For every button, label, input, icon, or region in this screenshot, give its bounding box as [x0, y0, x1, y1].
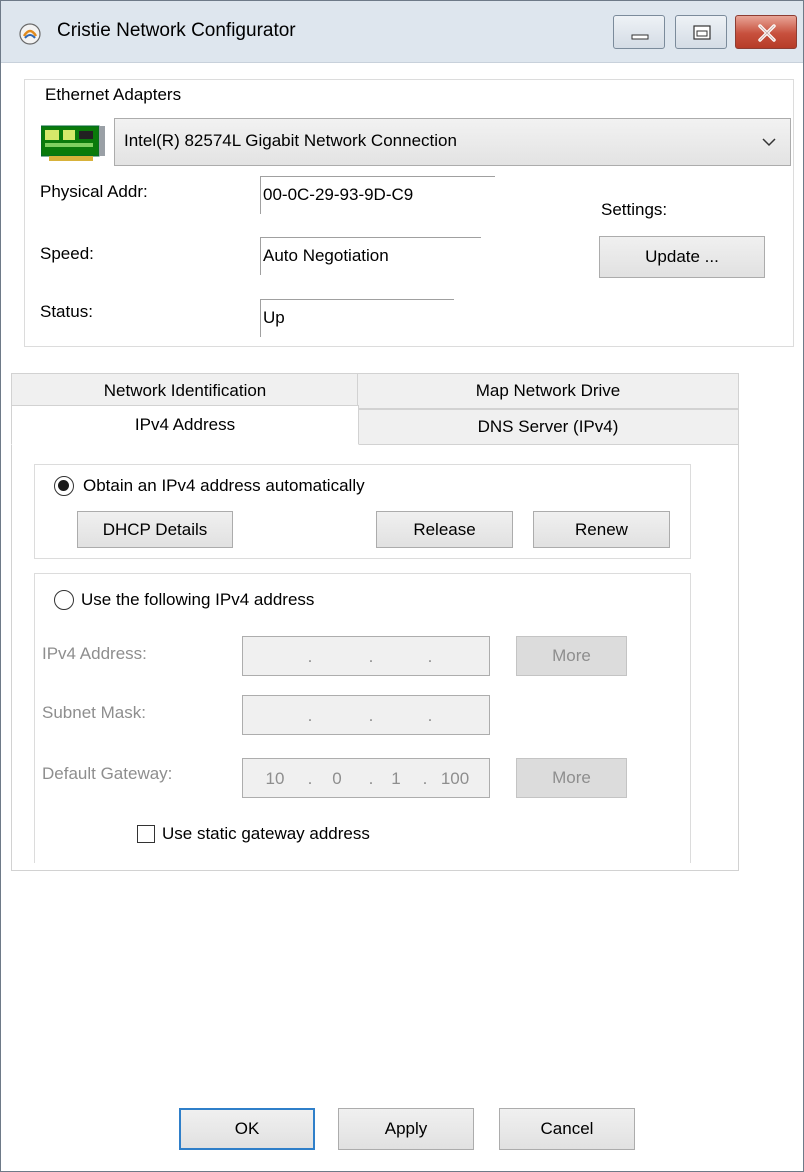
octet-separator: . — [422, 769, 428, 788]
default-gateway-octet-4: 100 — [440, 769, 470, 788]
minimize-icon — [631, 34, 649, 40]
ok-button[interactable]: OK — [179, 1108, 315, 1150]
ethernet-adapters-label: Ethernet Adapters — [45, 85, 182, 104]
auto-ipv4-label[interactable]: Obtain an IPv4 address automatically — [83, 476, 365, 496]
status-label: Status: — [40, 302, 93, 321]
close-icon — [758, 24, 776, 42]
status-value: Up — [263, 308, 285, 327]
status-field: Up — [260, 299, 454, 337]
octet-separator: . — [427, 706, 433, 725]
octet-separator: . — [307, 647, 313, 666]
chevron-down-icon — [762, 138, 776, 147]
tab-network-identification-label: Network Identification — [103, 381, 267, 400]
subnet-mask-input[interactable]: . . . — [242, 695, 490, 735]
static-gateway-label[interactable]: Use static gateway address — [162, 824, 370, 844]
tab-map-network-drive-label: Map Network Drive — [475, 381, 621, 400]
speed-value: Auto Negotiation — [263, 246, 389, 265]
octet-separator: . — [368, 647, 374, 666]
octet-separator: . — [307, 706, 313, 725]
settings-label: Settings: — [601, 200, 668, 219]
tab-dns-server[interactable]: DNS Server (IPv4) — [357, 409, 739, 445]
speed-label: Speed: — [40, 244, 94, 263]
tab-divider — [357, 444, 739, 445]
ipv4-address-input[interactable]: . . . — [242, 636, 490, 676]
physical-addr-field: 00-0C-29-93-9D-C9 — [260, 176, 495, 214]
network-card-icon — [41, 125, 105, 161]
apply-button[interactable]: Apply — [338, 1108, 474, 1150]
default-gateway-octet-2: 0 — [332, 769, 342, 788]
dhcp-details-button[interactable]: DHCP Details — [77, 511, 233, 548]
speed-field: Auto Negotiation — [260, 237, 481, 275]
close-button[interactable] — [735, 15, 797, 49]
minimize-button[interactable] — [613, 15, 665, 49]
octet-separator: . — [307, 769, 313, 788]
octet-separator: . — [368, 706, 374, 725]
auto-ipv4-radio[interactable] — [54, 476, 74, 496]
adapter-select[interactable]: Intel(R) 82574L Gigabit Network Connecti… — [114, 118, 791, 166]
release-button[interactable]: Release — [376, 511, 513, 548]
default-gateway-octet-3: 1 — [391, 769, 401, 788]
tab-network-identification[interactable]: Network Identification — [11, 373, 359, 409]
maximize-button[interactable] — [675, 15, 727, 49]
default-gateway-label: Default Gateway: — [42, 764, 173, 783]
title-bar[interactable]: Cristie Network Configurator — [1, 1, 803, 63]
ipv4-address-label: IPv4 Address: — [42, 644, 147, 663]
static-gateway-checkbox[interactable] — [137, 825, 155, 843]
configurator-window: Cristie Network Configurator Ethernet Ad… — [0, 0, 804, 1172]
update-button[interactable]: Update ... — [599, 236, 765, 278]
default-gateway-octet-1: 10 — [265, 769, 285, 788]
maximize-icon — [693, 25, 711, 40]
window-title: Cristie Network Configurator — [57, 20, 296, 41]
static-ipv4-radio[interactable] — [54, 590, 74, 610]
renew-button[interactable]: Renew — [533, 511, 670, 548]
adapter-select-value: Intel(R) 82574L Gigabit Network Connecti… — [124, 131, 457, 150]
cristie-logo-icon — [19, 23, 41, 45]
tab-ipv4-address[interactable]: IPv4 Address — [11, 405, 359, 445]
subnet-mask-label: Subnet Mask: — [42, 703, 146, 722]
tab-ipv4-address-label: IPv4 Address — [134, 415, 236, 434]
ipv4-more-button[interactable]: More — [516, 636, 627, 676]
octet-separator: . — [427, 647, 433, 666]
physical-addr-value: 00-0C-29-93-9D-C9 — [263, 185, 414, 204]
cancel-button[interactable]: Cancel — [499, 1108, 635, 1150]
tab-dns-server-label: DNS Server (IPv4) — [477, 417, 619, 436]
gateway-more-button[interactable]: More — [516, 758, 627, 798]
octet-separator: . — [368, 769, 374, 788]
tab-map-network-drive[interactable]: Map Network Drive — [357, 373, 739, 409]
static-ipv4-label[interactable]: Use the following IPv4 address — [81, 590, 314, 610]
physical-addr-label: Physical Addr: — [40, 182, 148, 201]
default-gateway-input[interactable]: 10 . 0 . 1 . 100 — [242, 758, 490, 798]
